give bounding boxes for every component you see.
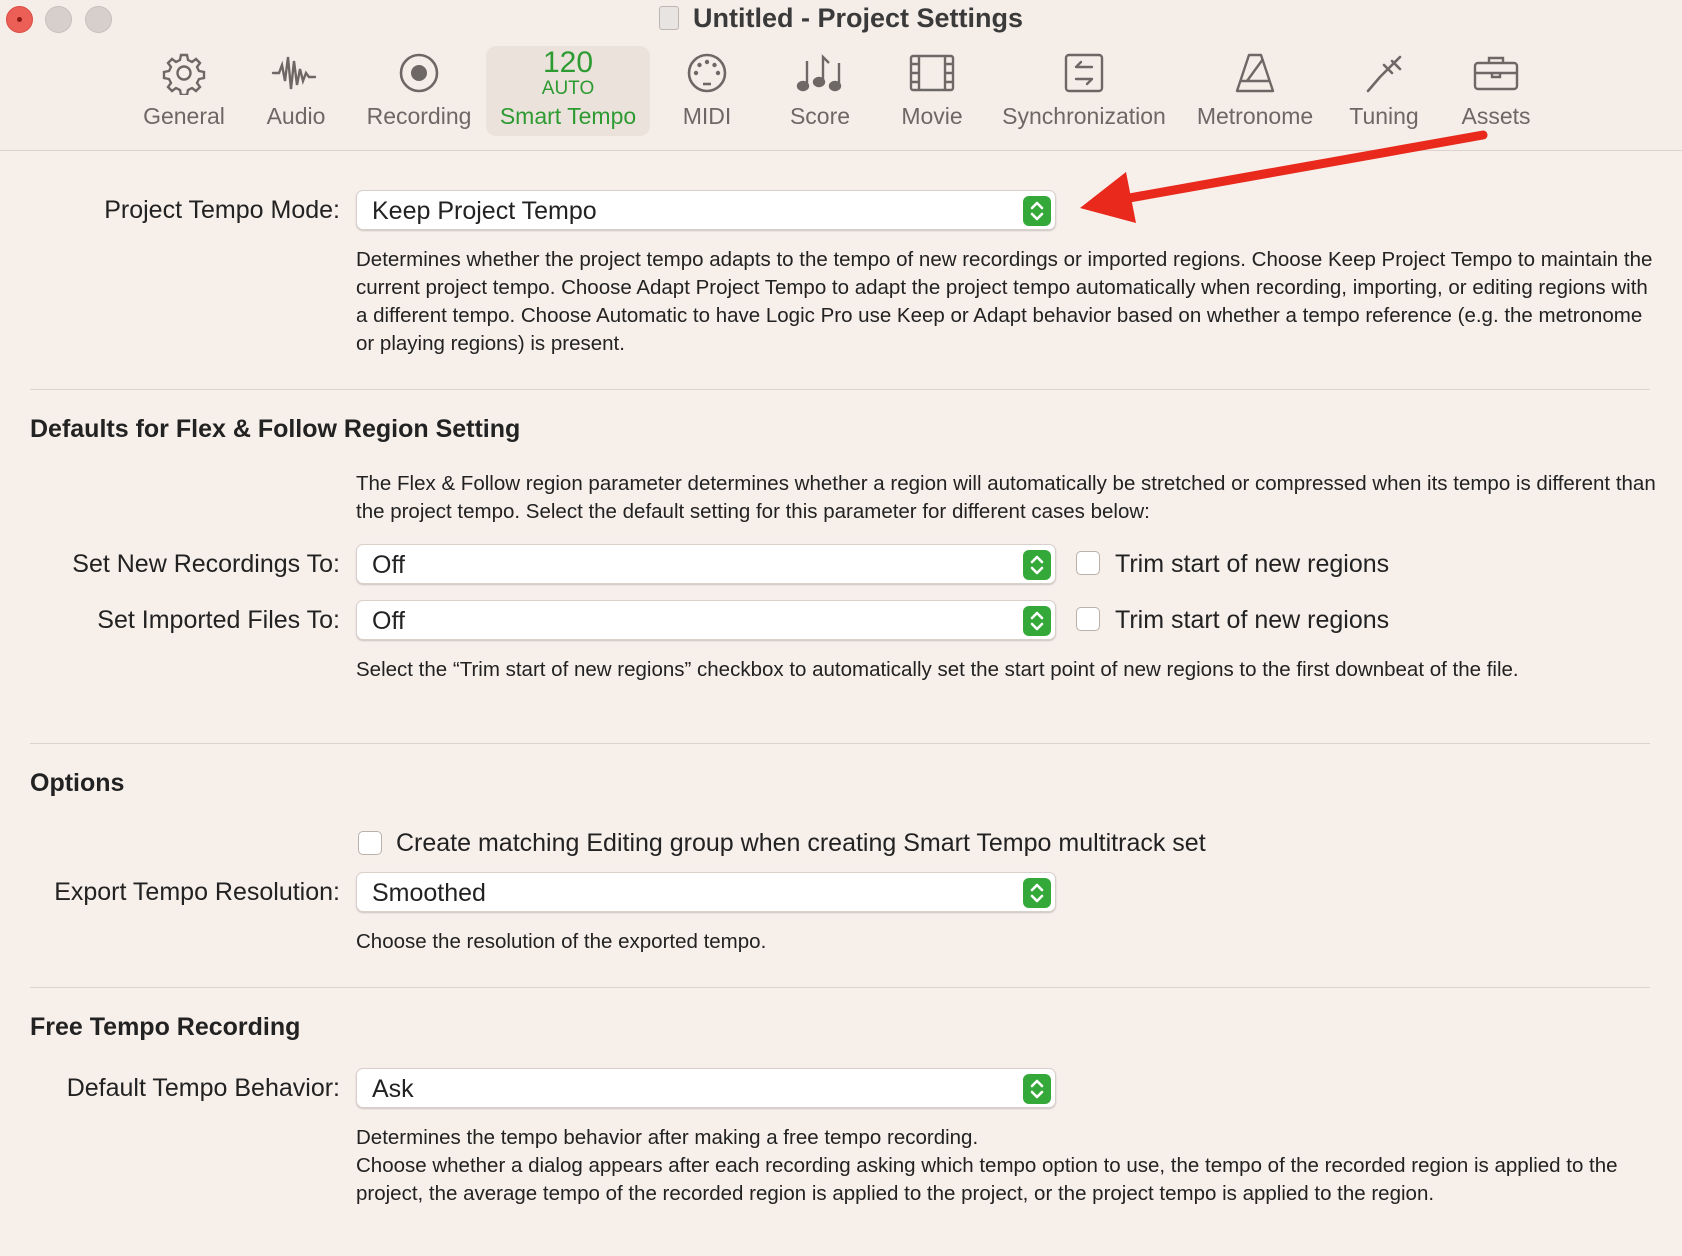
trim-start-imported-files-checkbox[interactable]: [1076, 607, 1100, 631]
trim-start-new-recordings-checkbox[interactable]: [1076, 551, 1100, 575]
divider: [30, 987, 1650, 988]
imported-files-value: Off: [372, 607, 405, 635]
export-tempo-resolution-label: Export Tempo Resolution:: [54, 878, 340, 906]
options-section-title: Options: [30, 769, 125, 797]
chevron-updown-icon: [1023, 550, 1051, 580]
chevron-updown-icon: [1023, 878, 1051, 908]
divider: [30, 743, 1650, 744]
free-tempo-section-title: Free Tempo Recording: [30, 1013, 301, 1041]
new-recordings-value: Off: [372, 551, 405, 579]
chevron-updown-icon: [1023, 606, 1051, 636]
export-tempo-resolution-value: Smoothed: [372, 879, 486, 907]
editing-group-checkbox[interactable]: [358, 831, 382, 855]
flex-follow-description: The Flex & Follow region parameter deter…: [356, 472, 1656, 523]
trim-start-imported-files-label: Trim start of new regions: [1115, 606, 1390, 634]
new-recordings-label: Set New Recordings To:: [72, 550, 340, 578]
flex-follow-section-title: Defaults for Flex & Follow Region Settin…: [30, 415, 521, 443]
imported-files-label: Set Imported Files To:: [97, 606, 340, 634]
default-tempo-behavior-popup[interactable]: Ask: [356, 1068, 1056, 1108]
trim-start-note: Select the “Trim start of new regions” c…: [356, 658, 1519, 681]
free-tempo-description-line2: Choose whether a dialog appears after ea…: [356, 1154, 1618, 1205]
export-tempo-resolution-popup[interactable]: Smoothed: [356, 872, 1056, 912]
trim-start-new-recordings-label: Trim start of new regions: [1115, 550, 1390, 578]
chevron-updown-icon: [1023, 1074, 1051, 1104]
new-recordings-popup[interactable]: Off: [356, 544, 1056, 584]
imported-files-popup[interactable]: Off: [356, 600, 1056, 640]
export-tempo-resolution-description: Choose the resolution of the exported te…: [356, 930, 767, 953]
divider: [30, 389, 1650, 390]
free-tempo-description-line1: Determines the tempo behavior after maki…: [356, 1126, 979, 1149]
editing-group-label: Create matching Editing group when creat…: [396, 829, 1206, 857]
default-tempo-behavior-label: Default Tempo Behavior:: [66, 1074, 340, 1102]
default-tempo-behavior-value: Ask: [372, 1075, 414, 1103]
